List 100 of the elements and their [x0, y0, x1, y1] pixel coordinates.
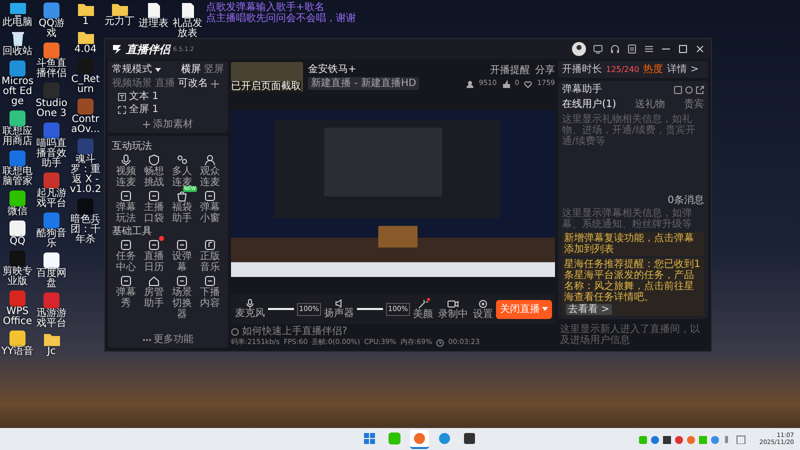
desktop-icon-label[interactable]: ContraOv...	[69, 115, 102, 135]
maximize-icon[interactable]	[678, 44, 688, 54]
desktop-icon-label[interactable]: 1	[69, 17, 102, 27]
stream-title[interactable]: 金安铁马+	[308, 64, 420, 75]
tool-label[interactable]: 房管助手	[143, 287, 165, 309]
folder-icon[interactable]	[110, 2, 128, 17]
add-source-button[interactable]: 添加素材	[112, 119, 224, 130]
desktop-icon-label[interactable]: 4.04	[69, 45, 102, 55]
camera-icon[interactable]	[447, 298, 460, 308]
tool-icon[interactable]	[120, 239, 132, 251]
desktop-icon-label[interactable]: 联想电脑管家	[1, 167, 34, 187]
tool-icon[interactable]	[204, 275, 216, 287]
category-pill[interactable]: 新建直播 - 新建直播HD	[308, 77, 420, 90]
desktop-icon-label[interactable]: Jc	[35, 347, 68, 357]
desktop-icon-label[interactable]: 礼品发放表	[171, 19, 204, 39]
scene-tab[interactable]: 视频场景	[112, 78, 152, 89]
help-link[interactable]: 如何快速上手直播伴侣?	[242, 326, 348, 337]
tool-label[interactable]: 美颜	[413, 308, 434, 320]
app-icon[interactable]	[43, 122, 60, 139]
chat-tab[interactable]: 贵宾	[684, 99, 704, 110]
app-icon[interactable]	[43, 42, 60, 59]
desktop-icon-label[interactable]: 进理表	[137, 19, 170, 29]
chat-tab[interactable]: 送礼物	[635, 99, 666, 110]
share-link[interactable]: 分享	[535, 65, 555, 76]
tool-label[interactable]: 设置	[473, 308, 494, 320]
document-icon[interactable]	[146, 2, 160, 19]
desktop-icon-label[interactable]: 迅游游戏平台	[35, 309, 68, 329]
tool-icon[interactable]	[176, 190, 188, 202]
desktop-icon-label[interactable]: QQ	[1, 237, 34, 247]
desktop-icon-label[interactable]: YY语音	[1, 347, 34, 357]
desktop-icon-label[interactable]: 回收站	[1, 47, 34, 57]
mode-dropdown[interactable]: 常规模式	[112, 64, 161, 75]
wand-icon[interactable]	[418, 298, 428, 308]
tool-icon[interactable]	[148, 190, 160, 202]
desktop-icon-label[interactable]: 元力丁	[103, 17, 136, 27]
tool-icon[interactable]	[120, 154, 132, 166]
details-link[interactable]: 详情 >	[667, 64, 699, 75]
tool-label[interactable]: 福袋助手	[171, 202, 193, 224]
tool-label[interactable]: 畅想挑战	[143, 166, 165, 188]
desktop-icon-label[interactable]: 斗鱼直播伴侣	[35, 59, 68, 79]
desktop-icon-label[interactable]: 此电脑	[1, 18, 34, 28]
source-item[interactable]: 全屏 1	[129, 104, 159, 115]
desktop-icon-label[interactable]: Studio One 3	[35, 99, 68, 119]
tool-icon[interactable]	[120, 190, 132, 202]
chat-tab[interactable]: 在线用户(1)	[562, 99, 616, 110]
tool-label[interactable]: 下播内容	[199, 287, 221, 309]
tool-icon[interactable]	[176, 239, 188, 251]
orientation-tab[interactable]: 横屏	[181, 64, 201, 75]
tool-icon[interactable]	[176, 275, 188, 287]
desktop-icon-label[interactable]: 酷狗音乐	[35, 229, 68, 249]
source-item[interactable]: 文本 1	[129, 91, 159, 102]
tool-icon[interactable]	[148, 239, 160, 251]
desktop-icon-label[interactable]: 暗色兵团：千年杀	[69, 215, 102, 245]
tool-label[interactable]: 观众连麦	[199, 166, 221, 188]
microphone-icon[interactable]	[246, 299, 254, 308]
tool-label[interactable]: 场景切换器	[171, 287, 193, 320]
tool-label[interactable]: 正版音乐	[199, 251, 221, 273]
avatar-icon[interactable]	[572, 42, 586, 56]
folder-icon[interactable]	[76, 30, 94, 45]
desktop-icon-label[interactable]: 喵呜直播音效助手	[35, 139, 68, 169]
desktop-icon-label[interactable]: QQ游戏	[35, 19, 68, 39]
close-icon[interactable]	[695, 44, 705, 54]
more-features-link[interactable]: 更多功能	[112, 334, 224, 345]
monitor-icon[interactable]	[8, 2, 26, 18]
desktop-icon-label[interactable]: 百度网盘	[35, 269, 68, 289]
recycle-bin-icon[interactable]	[10, 31, 24, 47]
folder-icon[interactable]	[42, 332, 60, 347]
tool-icon[interactable]	[204, 239, 216, 251]
desktop-icon-label[interactable]: 魂斗罗：重返 X - v1.0.2	[69, 155, 102, 195]
tool-label[interactable]: 视频连麦	[115, 166, 137, 188]
desktop-icon-label[interactable]: 剪映专业版	[1, 267, 34, 287]
monitor-icon[interactable]	[593, 44, 603, 54]
tool-label[interactable]: 录制中	[438, 308, 468, 320]
scene-tab[interactable]: 直播	[155, 78, 175, 89]
app-icon[interactable]	[9, 190, 26, 207]
document-icon[interactable]	[180, 2, 194, 19]
app-icon[interactable]	[43, 252, 60, 269]
tool-label[interactable]: 弹幕玩法	[115, 202, 137, 224]
desktop-icon-label[interactable]: 起凡游戏平台	[35, 189, 68, 209]
tool-icon[interactable]	[204, 190, 216, 202]
folder-icon[interactable]	[76, 2, 94, 17]
headset-icon[interactable]	[610, 44, 620, 54]
speaker-icon[interactable]	[334, 299, 344, 308]
desktop-icon-label[interactable]: Microsoft Edge	[1, 77, 34, 107]
tool-label[interactable]: 弹幕小窗	[199, 202, 221, 224]
popout-icon[interactable]	[696, 86, 704, 94]
tool-label[interactable]: 直播日历	[143, 251, 165, 273]
document-icon[interactable]	[627, 44, 637, 54]
reminder-link[interactable]: 开播提醒	[490, 65, 530, 76]
tool-label[interactable]: 设弹幕	[171, 251, 193, 273]
tool-icon[interactable]	[120, 275, 132, 287]
cover-photo[interactable]: 已开启页面截取	[231, 62, 303, 92]
tool-icon[interactable]	[148, 154, 160, 166]
plus-icon[interactable]	[211, 80, 219, 88]
desktop-icon-label[interactable]: 联想应用商店	[1, 127, 34, 147]
app-icon[interactable]	[9, 330, 26, 347]
app-icon[interactable]	[43, 172, 60, 189]
scene-tab[interactable]: 可改名	[178, 78, 208, 89]
tool-label[interactable]: 任务中心	[115, 251, 137, 273]
view-link[interactable]: 去看看 >	[566, 304, 612, 315]
